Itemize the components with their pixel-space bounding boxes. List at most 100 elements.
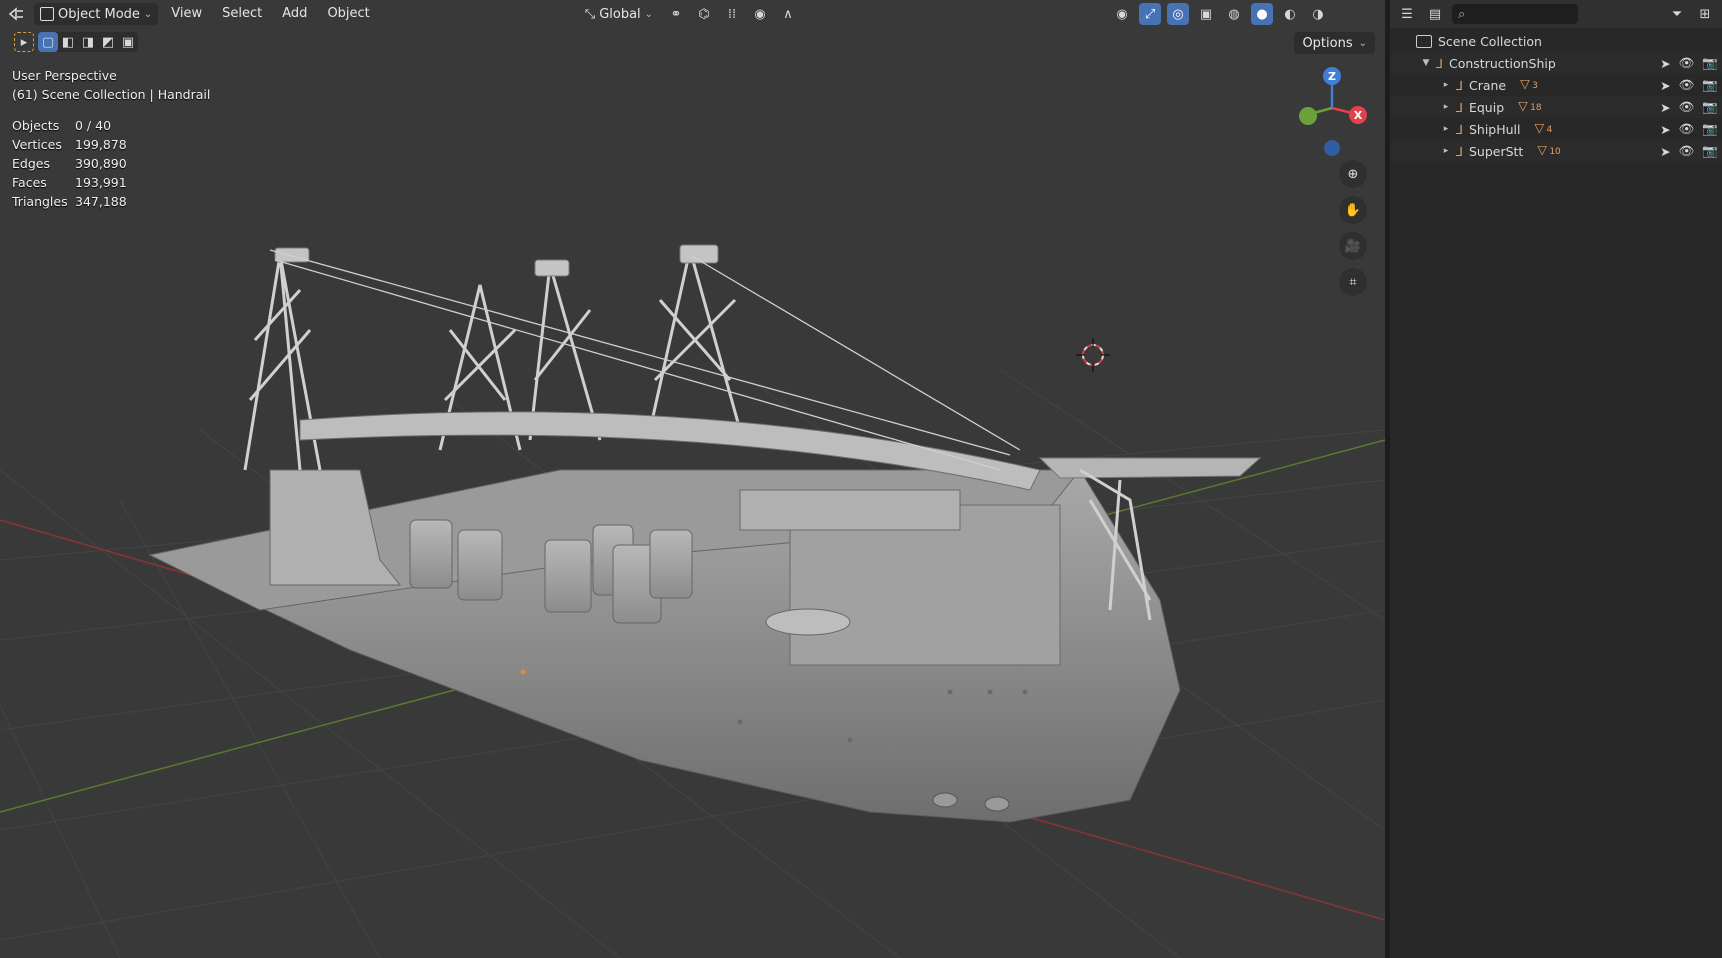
select-box-tool-icon[interactable]: ▸	[14, 32, 34, 52]
child-collection-row[interactable]: ▸ ⅃ Crane ▽ 3 ➤ 👁 📷	[1390, 74, 1722, 96]
camera-render-icon[interactable]: 📷	[1702, 77, 1718, 93]
camera-view-icon[interactable]: 🎥	[1339, 232, 1367, 260]
options-dropdown[interactable]: Options ⌄	[1294, 32, 1375, 54]
pivot-point-icon[interactable]: ⚭	[665, 3, 687, 25]
eye-icon[interactable]: 👁	[1679, 121, 1695, 137]
mesh-count: 4	[1546, 125, 1553, 135]
mesh-count-badge: ▽ 18	[1518, 98, 1541, 116]
3d-viewport[interactable]: Object Mode ⌄ View Select Add Object ⤡ G…	[0, 0, 1385, 958]
camera-render-icon[interactable]: 📷	[1702, 99, 1718, 115]
menu-view[interactable]: View	[164, 3, 209, 25]
new-collection-icon[interactable]: ⊞	[1694, 3, 1716, 25]
overlay-toggle-icon[interactable]: ◎	[1167, 3, 1190, 25]
mesh-icon: ▽	[1534, 120, 1545, 135]
stat-row: Vertices 199,878	[12, 135, 127, 154]
stat-label: Edges	[12, 156, 50, 171]
3d-cursor-icon	[1076, 338, 1110, 372]
selectable-icon[interactable]: ➤	[1660, 144, 1670, 159]
select-new-icon[interactable]: ▢	[38, 32, 58, 52]
stat-row: Edges 390,890	[12, 154, 127, 173]
eye-icon[interactable]: 👁	[1679, 77, 1695, 93]
eye-icon[interactable]: 👁	[1679, 55, 1695, 71]
stat-value: 390,890	[75, 156, 127, 171]
mode-label: Object Mode	[58, 6, 140, 22]
scene-collection-row[interactable]: Scene Collection	[1390, 30, 1722, 52]
child-collection-row[interactable]: ▸ ⅃ ShipHull ▽ 4 ➤ 👁 📷	[1390, 118, 1722, 140]
selectable-icon[interactable]: ➤	[1660, 122, 1670, 137]
menu-object[interactable]: Object	[320, 3, 376, 25]
collapse-arrow-icon[interactable]: ▸	[1440, 80, 1452, 90]
select-extend-icon[interactable]: ◧	[58, 32, 78, 52]
scene-collection-label: Scene Collection	[1438, 33, 1542, 49]
falloff-icon[interactable]: ∧	[777, 3, 799, 25]
collapse-arrow-icon[interactable]: ▸	[1440, 124, 1452, 134]
select-intersect-icon[interactable]: ▣	[118, 32, 138, 52]
wireframe-shading-icon[interactable]: ◍	[1223, 3, 1245, 25]
zoom-icon[interactable]: ⊕	[1339, 160, 1367, 188]
visibility-icon[interactable]: ◉	[1111, 3, 1133, 25]
child-label: Crane	[1468, 77, 1507, 93]
select-subtract-icon[interactable]: ◨	[78, 32, 98, 52]
row-toggles: ➤ 👁 📷	[1660, 143, 1718, 159]
child-collection-row[interactable]: ▸ ⅃ SuperStt ▽ 10 ➤ 👁 📷	[1390, 140, 1722, 162]
row-toggles: ➤ 👁 📷	[1660, 55, 1718, 71]
stat-row: Triangles 347,188	[12, 192, 127, 211]
context-label: (61) Scene Collection | Handrail	[12, 87, 211, 102]
pan-hand-icon[interactable]: ✋	[1339, 196, 1367, 224]
mesh-count: 10	[1549, 147, 1561, 157]
editor-type-icon[interactable]	[6, 3, 28, 25]
select-invert-icon[interactable]: ◩	[98, 32, 118, 52]
solid-shading-icon[interactable]: ●	[1251, 3, 1274, 25]
snap-grid-icon[interactable]: ⁞⁞	[721, 3, 743, 25]
filter-icon[interactable]: ⏷	[1666, 3, 1688, 25]
collection-row[interactable]: ▼ ⅃ ConstructionShip ➤ 👁 📷	[1390, 52, 1722, 74]
row-toggles: ➤ 👁 📷	[1660, 77, 1718, 93]
child-collection-row[interactable]: ▸ ⅃ Equip ▽ 18 ➤ 👁 📷	[1390, 96, 1722, 118]
stat-label: Triangles	[12, 194, 68, 209]
selectable-icon[interactable]: ➤	[1660, 78, 1670, 93]
selectable-icon[interactable]: ➤	[1660, 56, 1670, 71]
mode-dropdown[interactable]: Object Mode ⌄	[34, 3, 159, 25]
mesh-icon: ▽	[1537, 142, 1547, 157]
child-label: SuperStt	[1468, 143, 1524, 159]
perspective-toggle-icon[interactable]: ⌗	[1339, 268, 1367, 296]
gizmo-toggle-icon[interactable]: ⤢	[1139, 3, 1162, 25]
menu-add[interactable]: Add	[275, 3, 314, 25]
viewport-nav-buttons: ⊕ ✋ 🎥 ⌗	[1339, 160, 1367, 296]
expand-arrow-icon[interactable]: ▼	[1420, 58, 1432, 68]
transform-orientation-label: Global	[599, 6, 641, 22]
mesh-count: 3	[1532, 81, 1538, 91]
camera-render-icon[interactable]: 📷	[1702, 143, 1718, 159]
proportional-edit-icon[interactable]: ◉	[749, 3, 771, 25]
mesh-count-badge: ▽ 10	[1537, 142, 1561, 160]
stat-row: Objects 0 / 40	[12, 116, 127, 135]
transform-orientation-dropdown[interactable]: ⤡ Global ⌄	[579, 3, 659, 25]
gizmo-x-label: X	[1354, 109, 1363, 122]
collection-icon: ⅃	[1456, 143, 1463, 159]
outliner-tree: Scene Collection ▼ ⅃ ConstructionShip ➤ …	[1390, 28, 1722, 162]
camera-render-icon[interactable]: 📷	[1702, 55, 1718, 71]
collapse-arrow-icon[interactable]: ▸	[1440, 146, 1452, 156]
selection-mode-group: ▢ ◧ ◨ ◩ ▣	[38, 32, 138, 52]
snap-icon[interactable]: ⌬	[693, 3, 715, 25]
selectable-icon[interactable]: ➤	[1660, 100, 1670, 115]
outliner-editor-type-icon[interactable]: ☰	[1396, 3, 1418, 25]
camera-render-icon[interactable]: 📷	[1702, 121, 1718, 137]
viewport-header: Object Mode ⌄ View Select Add Object ⤡ G…	[0, 0, 1385, 28]
rendered-shading-icon[interactable]: ◑	[1307, 3, 1329, 25]
collection-icon: ⅃	[1436, 55, 1443, 71]
material-shading-icon[interactable]: ◐	[1279, 3, 1301, 25]
display-mode-icon[interactable]: ▤	[1424, 3, 1446, 25]
navigation-gizmo[interactable]: Z X	[1290, 64, 1370, 164]
collection-label: ConstructionShip	[1448, 55, 1556, 71]
scene-collection-icon	[1416, 34, 1432, 48]
menu-select[interactable]: Select	[215, 3, 269, 25]
xray-icon[interactable]: ▣	[1195, 3, 1217, 25]
collection-icon: ⅃	[1456, 121, 1463, 137]
stat-value: 199,878	[75, 137, 127, 152]
outliner-search-input[interactable]: ⌕	[1452, 4, 1578, 24]
collapse-arrow-icon[interactable]: ▸	[1440, 102, 1452, 112]
stat-row: Faces 193,991	[12, 173, 127, 192]
eye-icon[interactable]: 👁	[1679, 143, 1695, 159]
eye-icon[interactable]: 👁	[1679, 99, 1695, 115]
